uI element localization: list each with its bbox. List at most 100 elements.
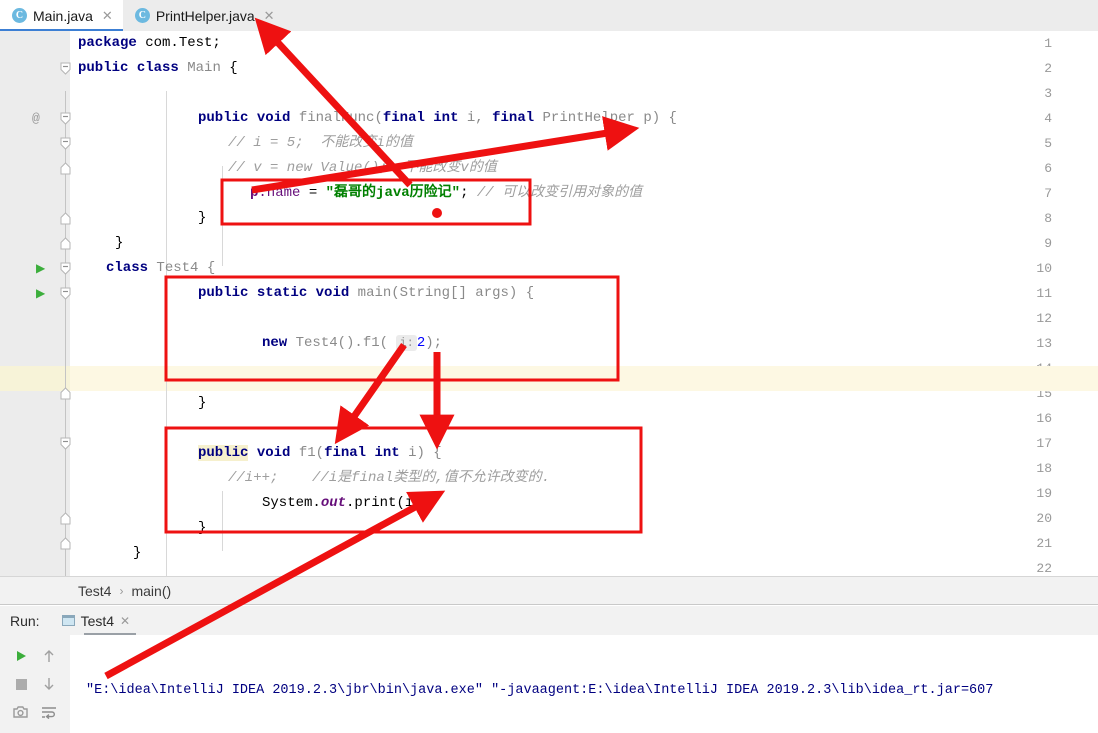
run-configuration-tab[interactable]: Test4 ✕ [61,606,136,636]
run-gutter-icon[interactable]: ▶ [36,281,48,306]
code-line-5: // i = 5; 不能改变i的值 [228,131,413,156]
arrow-down-icon [44,678,54,690]
code-line-2: public class Main { [78,56,238,81]
run-toolbar [0,635,70,733]
comment: // v = new Value(); 不能改变v的值 [228,160,497,176]
code-line-4: public void finalFunc(final int i, final… [198,106,677,131]
code-line-21: } [133,541,141,566]
chevron-right-icon: › [119,583,124,598]
play-icon [17,651,26,661]
run-tab-label: Test4 [80,612,115,629]
field-out: out [320,495,347,511]
code-line-11: public static void main(String[] args) { [198,281,534,306]
run-panel-header: Run: Test4 ✕ [0,606,1098,636]
param-i: i) { [399,445,442,461]
editor-tab-label: Main.java [33,7,93,24]
code-line-18: //i++; //i是final类型的,值不允许改变的. [228,466,550,491]
editor-tab-bar: C Main.java ✕ C PrintHelper.java ✕ [0,0,1098,32]
camera-icon [13,706,28,718]
keyword-new: new [262,335,288,351]
keyword-void: void [315,285,350,301]
keyword-public: public [198,110,249,126]
keyword-final: final [492,110,535,126]
screenshot-button[interactable] [8,699,34,725]
class-name-main: Main [187,60,221,76]
scroll-down-button[interactable] [36,671,62,697]
keyword-void: void [256,110,291,126]
indent-guide [222,166,223,266]
method-main: main(String[] args) { [357,285,535,301]
keyword-package: package [78,35,137,51]
code-line-17: public void f1(final int i) { [198,441,442,466]
method-f1: f1( [298,445,325,461]
console-line: "E:\idea\IntelliJ IDEA 2019.2.3\jbr\bin\… [86,683,994,698]
indent-guide [166,91,167,281]
close-icon[interactable]: ✕ [102,8,113,24]
stop-button[interactable] [8,671,34,697]
keyword-public: public [78,60,129,76]
param-p: p) { [634,110,677,126]
type-printhelper: PrintHelper [534,110,635,126]
code-line-7: p.name = "磊哥的java历险记"; // 可以改变引用对象的值 [250,181,642,206]
java-class-icon: C [12,8,27,23]
brace: } [133,545,142,561]
code-line-9: } [115,231,123,256]
parameter-hint-i: i: [396,335,417,351]
breadcrumb-item-method[interactable]: main() [131,583,171,599]
keyword-final: final [324,445,367,461]
package-name: com.Test; [136,35,221,51]
keyword-int: int [433,110,459,126]
brace: } [198,210,207,226]
keyword-void: void [256,445,291,461]
keyword-int: int [374,445,400,461]
method-finalfunc: finalFunc( [298,110,383,126]
rerun-button[interactable] [8,643,34,669]
scroll-up-button[interactable] [36,643,62,669]
code-line-1: package com.Test; [78,31,221,56]
code-line-15: } [198,391,206,416]
class-name-test4: Test4 { [148,260,216,276]
code-line-19: System.out.print(i); [262,491,430,516]
arrow-up-icon [44,650,54,662]
console-output[interactable]: "E:\idea\IntelliJ IDEA 2019.2.3\jbr\bin\… [70,635,1098,733]
close-icon[interactable]: ✕ [120,614,130,628]
soft-wrap-icon [42,707,56,719]
comment: // i = 5; 不能改变i的值 [228,135,413,151]
keyword-class: class [136,60,179,76]
string-literal: "磊哥的java历险记" [325,185,461,201]
code-line-6: // v = new Value(); 不能改变v的值 [228,156,497,181]
brace: } [198,395,207,411]
brace: } [115,235,124,251]
comment: //i++; //i是final类型的,值不允许改变的. [228,470,551,486]
code-line-13: new Test4().f1( i: 2); [262,331,442,356]
keyword-final: final [382,110,425,126]
java-class-icon: C [134,8,150,23]
breadcrumb-item-class[interactable]: Test4 [78,583,111,599]
run-tool-window: Run: Test4 ✕ "E:\idea\IntelliJ IDEA 2019… [0,606,1098,733]
operator-assign: = [300,185,326,201]
code-line-8: } [198,206,206,231]
editor-tab-printhelper-java[interactable]: C PrintHelper.java ✕ [123,0,285,31]
param-i: i, [458,110,493,126]
run-panel-label: Run: [10,612,40,629]
call-end: ); [425,335,443,351]
indent-guide [166,316,167,576]
soft-wrap-button[interactable] [36,699,62,725]
close-icon[interactable]: ✕ [264,8,275,24]
run-gutter-icon[interactable]: ▶ [36,256,48,281]
comment: 可以改变引用对象的值 [493,185,643,201]
brace: { [229,60,238,76]
brace: } [198,520,207,536]
editor-tab-label: PrintHelper.java [155,7,255,24]
keyword-class: class [106,260,149,276]
keyword-public: public [198,285,249,301]
breadcrumb: Test4 › main() [0,576,1098,605]
number-literal: 2 [416,335,426,351]
annotation-marker-icon[interactable]: @ [32,106,48,131]
editor-tab-main-java[interactable]: C Main.java ✕ [0,0,123,32]
code-editor[interactable]: 1234@5678910▶11▶1213141516171819202122 p… [0,31,1098,576]
code-text-area[interactable]: package com.Test; public class Main { pu… [70,31,1098,576]
stop-icon [15,678,27,690]
console-window-icon [61,615,75,626]
comment-slashes: // [476,185,494,201]
